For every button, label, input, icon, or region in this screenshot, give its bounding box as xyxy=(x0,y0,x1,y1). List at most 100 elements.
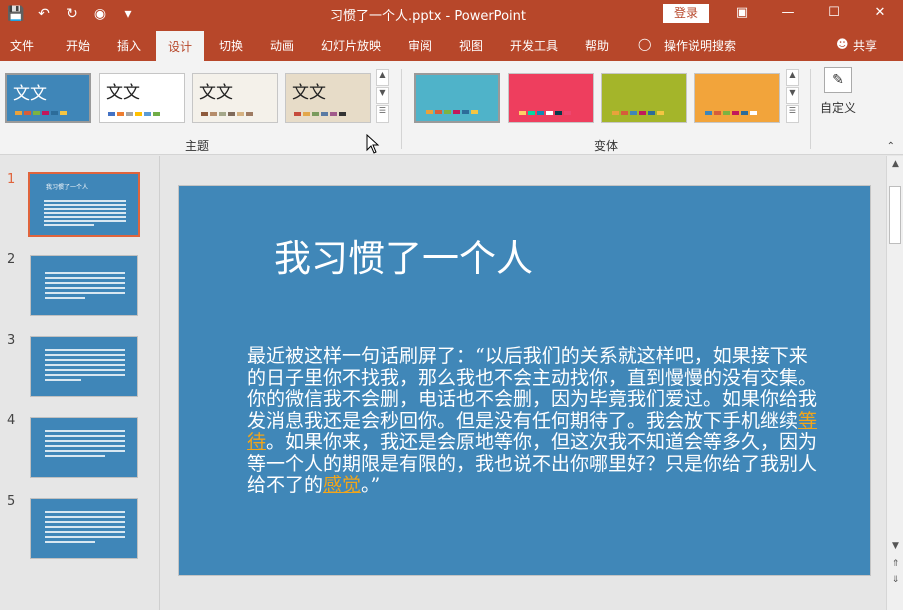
ribbon-tabs: 文件 开始 插入 设计 切换 动画 幻灯片放映 审阅 视图 开发工具 帮助 ◯ … xyxy=(0,28,903,61)
ribbon-display-icon[interactable]: ▣ xyxy=(719,0,765,28)
thumbnail-slide[interactable]: 我习惯了一个人 xyxy=(28,172,140,237)
ribbon-design: 文文 文文 文文 文文 ▲ ▼ ☰ 主题 ▲ ▼ ☰ 变体 ✎ 自定义 ⌃ xyxy=(0,61,903,155)
thumbnail-text-line xyxy=(45,526,125,528)
color-swatch xyxy=(117,112,124,116)
maximize-icon[interactable]: ☐ xyxy=(811,0,857,28)
color-swatch xyxy=(42,111,49,115)
tab-slideshow[interactable]: 幻灯片放映 xyxy=(321,37,381,54)
hyperlink-feeling[interactable]: 感觉 xyxy=(323,474,361,496)
next-slide-icon[interactable]: ⇓ xyxy=(889,574,902,586)
variant-option[interactable] xyxy=(414,73,500,123)
undo-icon[interactable]: ↶ xyxy=(34,4,54,24)
color-swatch xyxy=(330,112,337,116)
thumbnail-text-line xyxy=(45,292,125,294)
variants-scroll-up-icon[interactable]: ▲ xyxy=(786,69,799,86)
vertical-scrollbar[interactable]: ▲ ▼ ⇑ ⇓ xyxy=(886,156,903,610)
themes-more-icon[interactable]: ☰ xyxy=(376,105,389,123)
thumbnail-number: 1 xyxy=(7,172,16,187)
variant-option[interactable] xyxy=(601,73,687,123)
color-swatch xyxy=(60,111,67,115)
thumbnail-text-line xyxy=(44,220,126,222)
scroll-thumb[interactable] xyxy=(889,186,901,244)
thumbnail-slide[interactable] xyxy=(30,417,138,478)
theme-colors xyxy=(15,111,67,115)
color-swatch xyxy=(24,111,31,115)
color-swatch xyxy=(630,111,637,115)
variants-scroll-down-icon[interactable]: ▼ xyxy=(786,87,799,104)
theme-option[interactable]: 文文 xyxy=(285,73,371,123)
customize-label: 自定义 xyxy=(820,101,857,115)
customize-qat-icon[interactable]: ▾ xyxy=(118,4,138,24)
color-swatch xyxy=(15,111,22,115)
variant-option[interactable] xyxy=(694,73,780,123)
redo-icon[interactable]: ↻ xyxy=(62,4,82,24)
thumbnail-slide[interactable] xyxy=(30,336,138,397)
window-title: 习惯了一个人.pptx - PowerPoint xyxy=(330,9,526,24)
tab-animations[interactable]: 动画 xyxy=(270,37,294,54)
color-swatch xyxy=(219,112,226,116)
variant-colors xyxy=(519,111,571,115)
color-swatch xyxy=(639,111,646,115)
previous-slide-icon[interactable]: ⇑ xyxy=(889,558,902,570)
thumbnail-text-line xyxy=(45,369,125,371)
share-icon[interactable]: ☻ xyxy=(836,37,849,51)
current-slide[interactable]: 我习惯了一个人 最近被这样一句话刷屏了：“以后我们的关系就这样吧，如果接下来的日… xyxy=(178,185,871,576)
color-swatch xyxy=(339,112,346,116)
tab-view[interactable]: 视图 xyxy=(459,37,483,54)
save-icon[interactable]: 💾 xyxy=(6,4,26,24)
color-swatch xyxy=(705,111,712,115)
thumbnail-text-line xyxy=(45,450,125,452)
variant-option[interactable] xyxy=(508,73,594,123)
color-swatch xyxy=(741,111,748,115)
tab-home[interactable]: 开始 xyxy=(66,37,90,54)
tell-me-search[interactable]: 操作说明搜索 xyxy=(664,37,736,54)
tab-developer[interactable]: 开发工具 xyxy=(510,37,558,54)
tab-review[interactable]: 审阅 xyxy=(408,37,432,54)
thumbnail-text-line xyxy=(45,349,125,351)
tab-insert[interactable]: 插入 xyxy=(117,37,141,54)
theme-option[interactable]: 文文 xyxy=(5,73,91,123)
tab-help[interactable]: 帮助 xyxy=(585,37,609,54)
minimize-icon[interactable]: — xyxy=(765,0,811,28)
group-divider xyxy=(401,69,402,149)
slide-body-text[interactable]: 最近被这样一句话刷屏了：“以后我们的关系就这样吧，如果接下来的日子里你不找我，那… xyxy=(247,345,822,497)
close-icon[interactable]: ✕ xyxy=(857,0,903,28)
scroll-up-icon[interactable]: ▲ xyxy=(889,158,902,170)
variants-more-icon[interactable]: ☰ xyxy=(786,105,799,123)
thumbnail-text-line xyxy=(45,277,125,279)
customize-button[interactable]: ✎ 自定义 xyxy=(820,67,856,116)
color-swatch xyxy=(321,112,328,116)
share-button[interactable]: 共享 xyxy=(853,37,877,54)
thumbnail-text-line xyxy=(45,531,125,533)
themes-scroll-up-icon[interactable]: ▲ xyxy=(376,69,389,86)
thumbnail-slide[interactable] xyxy=(30,255,138,316)
color-swatch xyxy=(723,111,730,115)
theme-preview-text: 文文 xyxy=(106,83,140,103)
thumbnail-text-line xyxy=(44,224,94,226)
tab-design[interactable]: 设计 xyxy=(156,31,205,61)
thumbnail-title: 我习惯了一个人 xyxy=(46,184,89,191)
color-swatch xyxy=(210,112,217,116)
tab-file[interactable]: 文件 xyxy=(10,37,34,54)
color-swatch xyxy=(732,111,739,115)
present-icon[interactable]: ◉ xyxy=(90,4,110,24)
tab-transitions[interactable]: 切换 xyxy=(219,37,243,54)
thumbnail-slide[interactable] xyxy=(30,498,138,559)
slide-size-icon: ✎ xyxy=(824,67,852,93)
collapse-ribbon-icon[interactable]: ⌃ xyxy=(887,141,895,152)
color-swatch xyxy=(537,111,544,115)
thumbnail-text-line xyxy=(45,445,125,447)
login-button[interactable]: 登录 xyxy=(663,4,709,23)
color-swatch xyxy=(444,110,451,114)
thumbnail-text-line xyxy=(44,204,126,206)
thumbnail-text-line xyxy=(45,272,125,274)
thumbnail-number: 2 xyxy=(7,252,16,267)
theme-option[interactable]: 文文 xyxy=(192,73,278,123)
scroll-down-icon[interactable]: ▼ xyxy=(889,540,902,552)
color-swatch xyxy=(555,111,562,115)
body-text: 最近被这样一句话刷屏了：“以后我们的关系就这样吧，如果接下来的日子里你不找我，那… xyxy=(247,345,818,432)
theme-option[interactable]: 文文 xyxy=(99,73,185,123)
color-swatch xyxy=(237,112,244,116)
themes-scroll-down-icon[interactable]: ▼ xyxy=(376,87,389,104)
slide-title[interactable]: 我习惯了一个人 xyxy=(274,228,533,282)
